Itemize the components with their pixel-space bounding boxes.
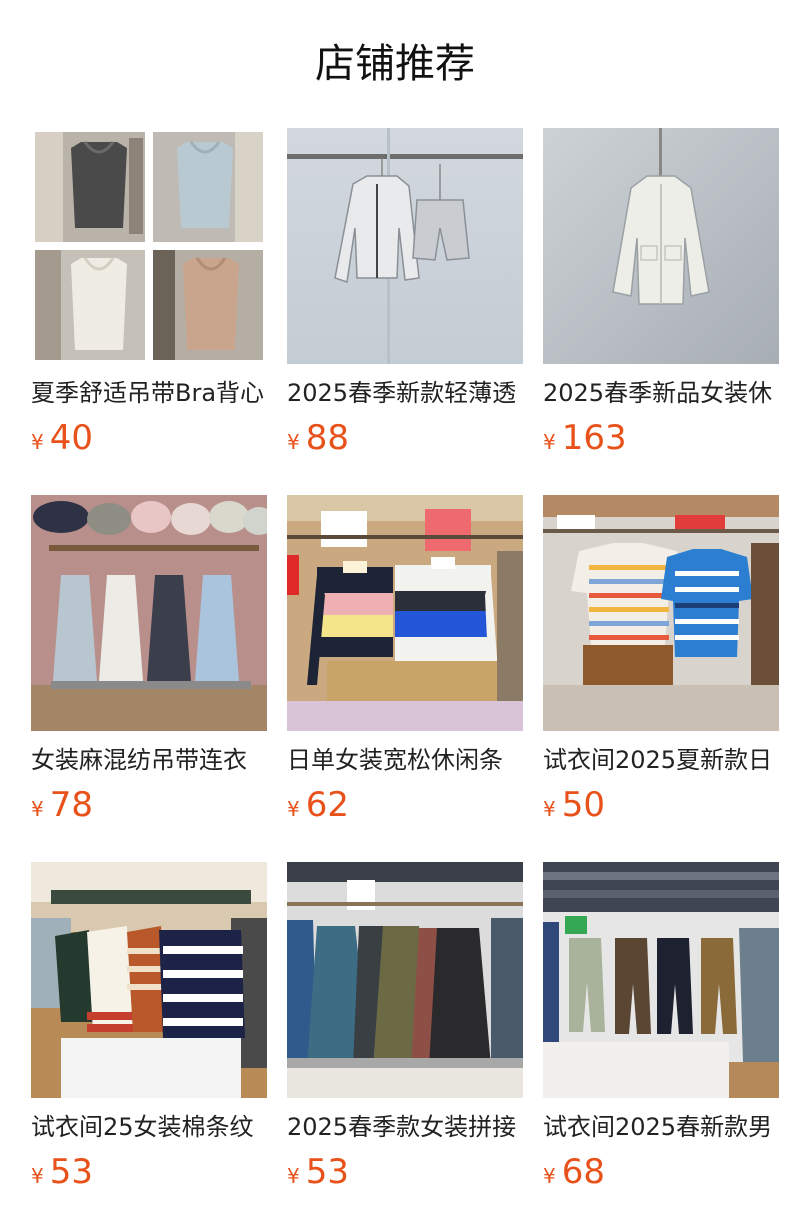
product-name[interactable]: 日单女装宽松休闲条 — [287, 745, 523, 775]
product-price: ¥163 — [543, 418, 779, 458]
price-value: 53 — [305, 1152, 349, 1192]
product-price: ¥40 — [31, 418, 267, 458]
currency-symbol: ¥ — [543, 797, 556, 821]
price-value: 88 — [305, 418, 349, 458]
currency-symbol: ¥ — [543, 1164, 556, 1188]
striped-knits-photo[interactable] — [31, 862, 267, 1098]
tank-tops-photo[interactable] — [31, 128, 267, 364]
product-name[interactable]: 2025春季新款轻薄透 — [287, 378, 523, 408]
section-title: 店铺推荐 — [315, 41, 475, 87]
currency-symbol: ¥ — [31, 430, 44, 454]
product-card[interactable]: 日单女装宽松休闲条 ¥62 — [287, 495, 523, 862]
product-name[interactable]: 夏季舒适吊带Bra背心 — [31, 378, 267, 408]
long-dresses-photo[interactable] — [287, 862, 523, 1098]
product-price: ¥68 — [543, 1152, 779, 1192]
product-price: ¥53 — [287, 1152, 523, 1192]
price-value: 53 — [49, 1152, 93, 1192]
product-card[interactable]: 夏季舒适吊带Bra背心 ¥40 — [31, 128, 267, 495]
product-card[interactable]: 女装麻混纺吊带连衣 ¥78 — [31, 495, 267, 862]
price-value: 68 — [561, 1152, 605, 1192]
product-card[interactable]: 2025春季新款轻薄透 ¥88 — [287, 128, 523, 495]
currency-symbol: ¥ — [31, 1164, 44, 1188]
currency-symbol: ¥ — [287, 1164, 300, 1188]
product-card[interactable]: 2025春季新品女装休 ¥163 — [543, 128, 779, 495]
product-card[interactable]: 试衣间2025夏新款日 ¥50 — [543, 495, 779, 862]
product-name[interactable]: 试衣间25女装棉条纹 — [31, 1112, 267, 1142]
jacket-shorts-photo[interactable] — [287, 128, 523, 364]
cargo-pants-photo[interactable] — [543, 862, 779, 1098]
currency-symbol: ¥ — [543, 430, 556, 454]
white-jacket-photo[interactable] — [543, 128, 779, 364]
shop-recommendations-page: 店铺推荐 夏季舒适吊带Bra背心 ¥ 40 2025春季新款轻薄透 ¥ 88 2… — [0, 0, 790, 1230]
strap-dresses-photo[interactable] — [31, 495, 267, 731]
price-value: 62 — [305, 785, 349, 825]
product-card[interactable]: 2025春季款女装拼接 ¥53 — [287, 862, 523, 1229]
product-name[interactable]: 2025春季款女装拼接 — [287, 1112, 523, 1142]
product-grid: 夏季舒适吊带Bra背心 ¥40 2025春季新款轻薄透 ¥ 88 2025春季新… — [31, 128, 790, 1229]
product-price: ¥62 — [287, 785, 523, 825]
product-price: ¥50 — [543, 785, 779, 825]
product-price: ¥53 — [31, 1152, 267, 1192]
product-card[interactable]: 试衣间2025春新款男 ¥68 — [543, 862, 779, 1229]
product-name[interactable]: 女装麻混纺吊带连衣 — [31, 745, 267, 775]
price-value: 78 — [49, 785, 93, 825]
currency-symbol: ¥ — [287, 430, 300, 454]
product-price: ¥78 — [31, 785, 267, 825]
product-name[interactable]: 试衣间2025春新款男 — [543, 1112, 779, 1142]
product-price: ¥88 — [287, 418, 523, 458]
price-value: 50 — [561, 785, 605, 825]
currency-symbol: ¥ — [287, 797, 300, 821]
product-name[interactable]: 试衣间2025夏新款日 — [543, 745, 779, 775]
product-card[interactable]: 试衣间25女装棉条纹 ¥53 — [31, 862, 267, 1229]
currency-symbol: ¥ — [31, 797, 44, 821]
striped-tees-photo[interactable] — [543, 495, 779, 731]
price-value: 163 — [561, 418, 627, 458]
price-value: 40 — [49, 418, 93, 458]
product-name[interactable]: 2025春季新品女装休 — [543, 378, 779, 408]
striped-polo-photo[interactable] — [287, 495, 523, 731]
